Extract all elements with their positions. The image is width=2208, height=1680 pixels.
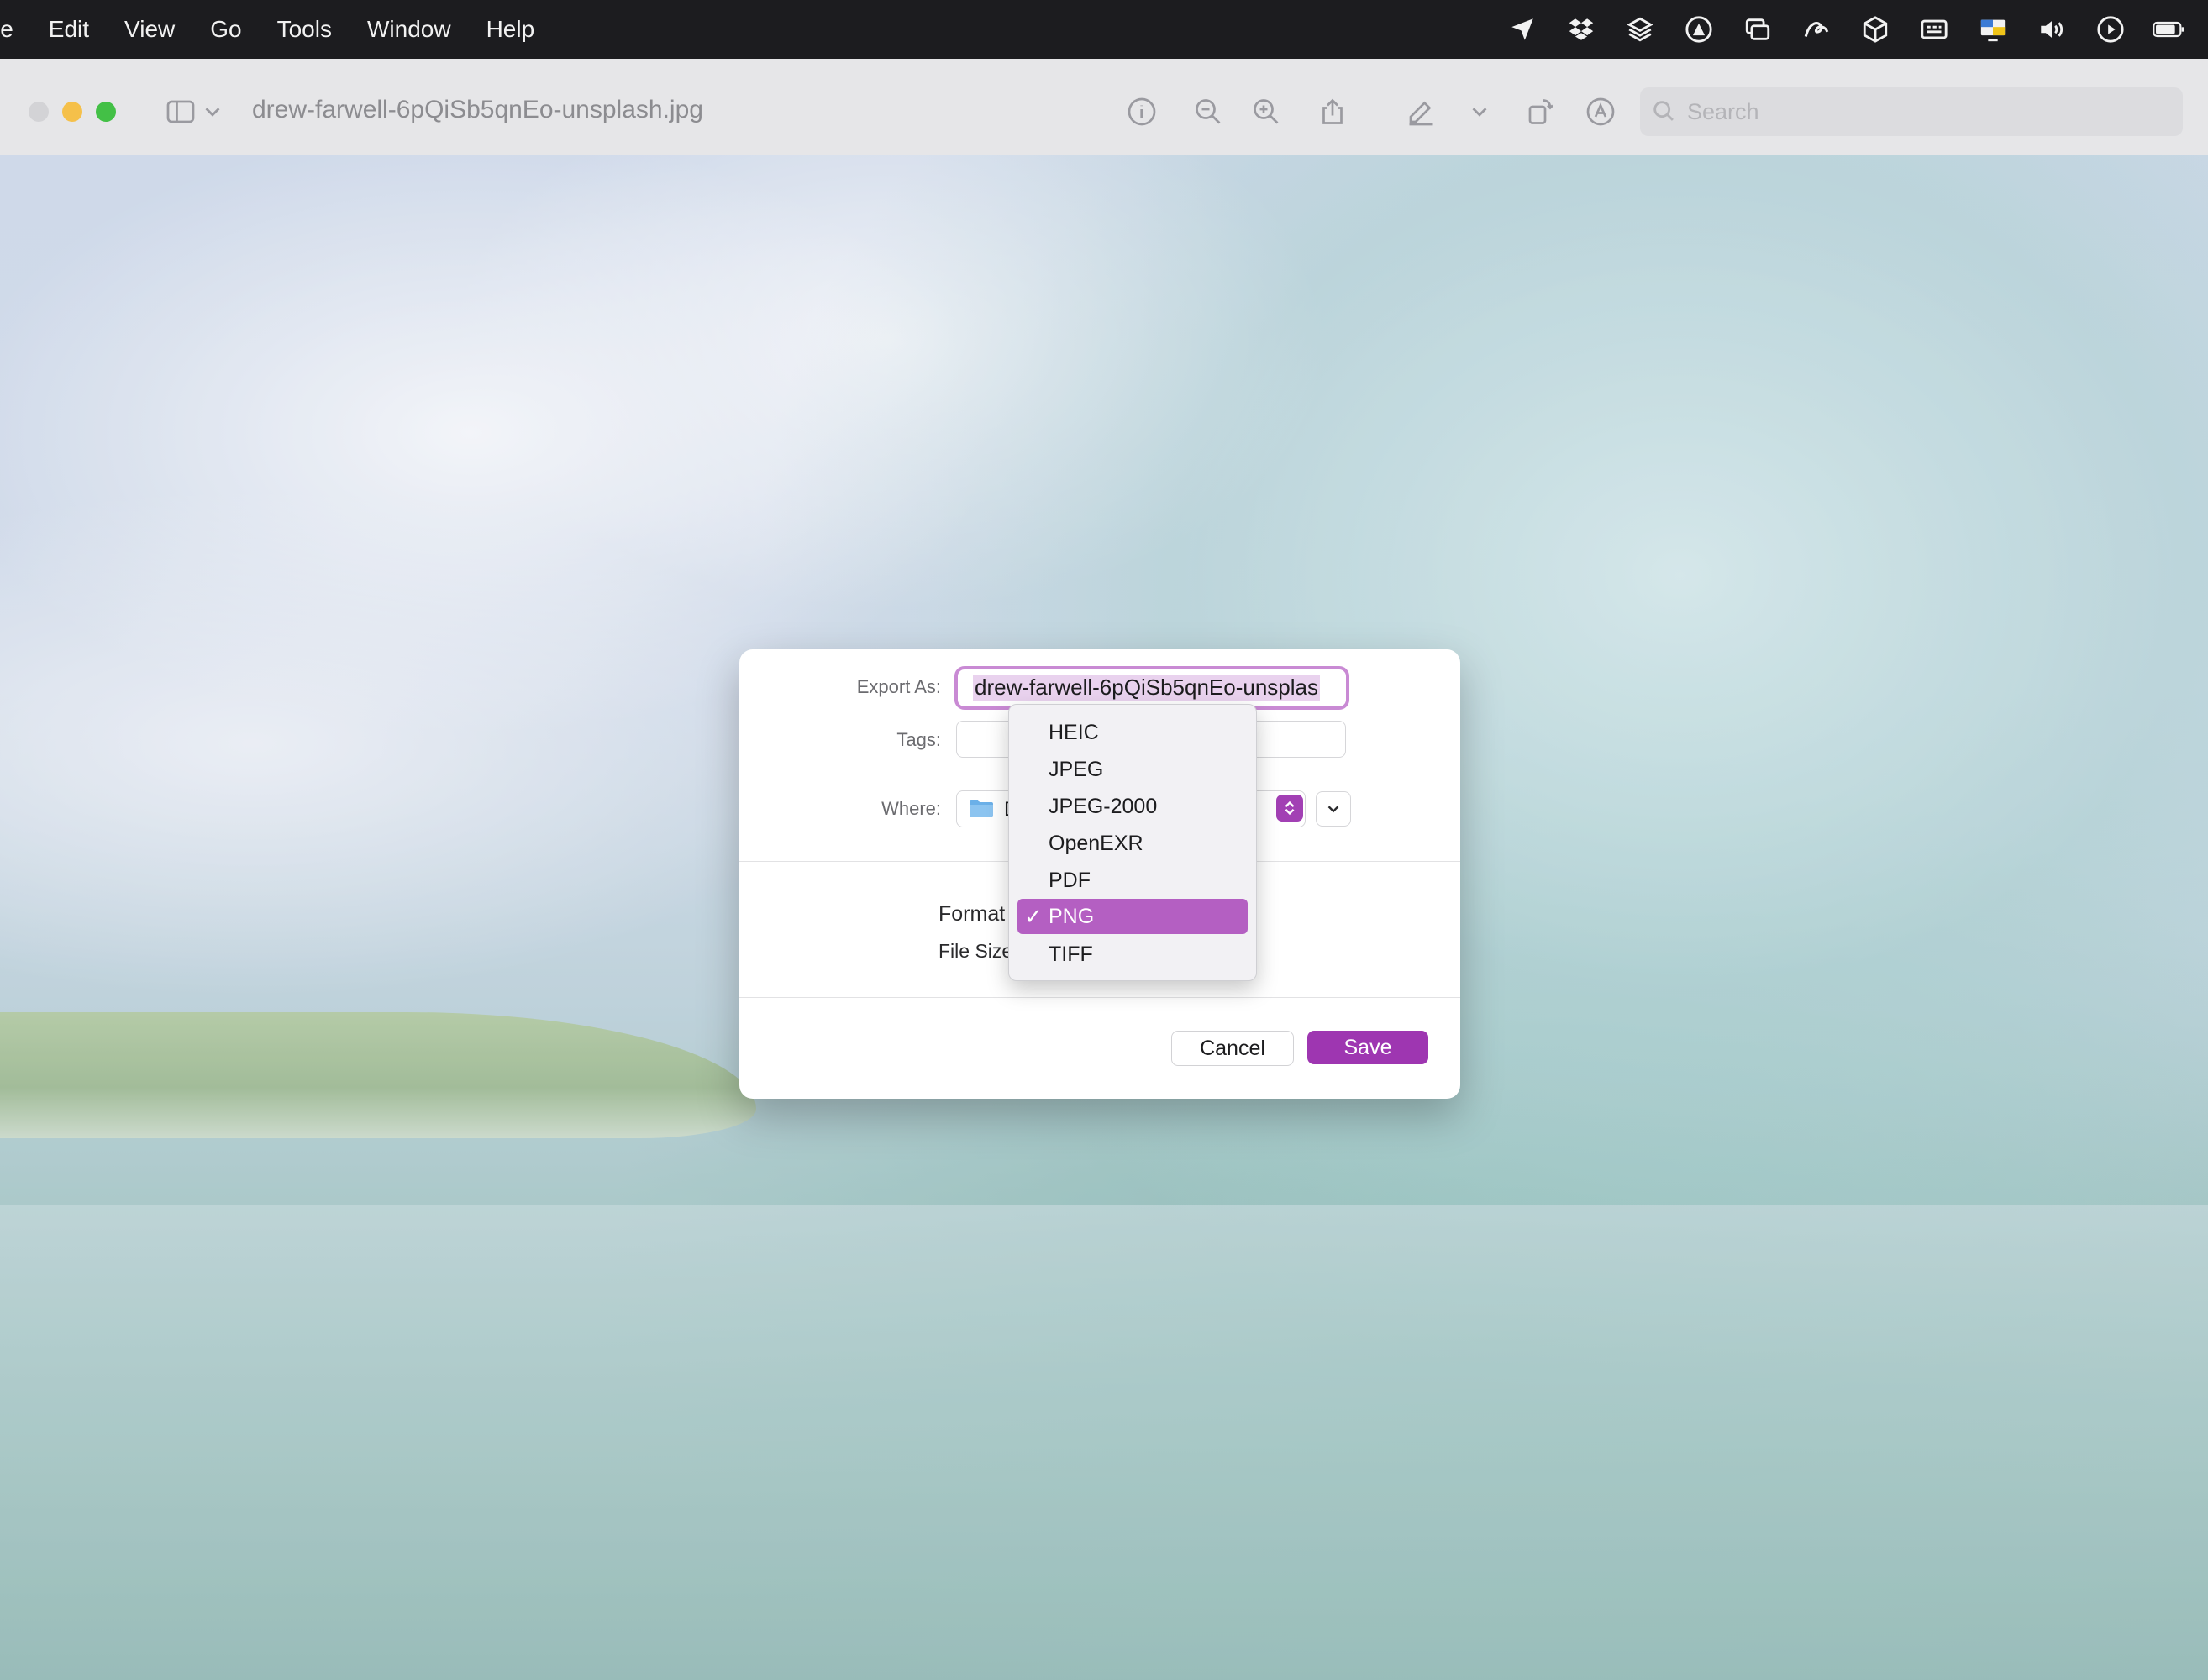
format-option-tiff[interactable]: TIFF: [1017, 937, 1248, 972]
file-size-label: File Size: [938, 940, 1013, 962]
menu-go[interactable]: Go: [210, 16, 241, 43]
layers-icon[interactable]: [1623, 13, 1657, 46]
search-icon: [1653, 101, 1674, 121]
play-icon[interactable]: [2094, 13, 2127, 46]
chevron-down-icon[interactable]: [200, 94, 225, 129]
stepper-icon[interactable]: [1276, 795, 1303, 822]
cancel-button[interactable]: Cancel: [1171, 1031, 1294, 1066]
export-as-label: Export As:: [856, 676, 941, 697]
format-option-png[interactable]: ✓ PNG: [1017, 899, 1248, 934]
zoom-window-button[interactable]: [96, 102, 116, 122]
markup-pen-icon[interactable]: [1403, 94, 1438, 129]
record-icon[interactable]: [1682, 13, 1716, 46]
status-icons: [1480, 0, 2186, 59]
search-field[interactable]: Search: [1640, 87, 2183, 136]
dropbox-icon[interactable]: [1564, 13, 1598, 46]
app-menus: le Edit View Go Tools Window Help: [0, 0, 570, 59]
minimize-window-button[interactable]: [62, 102, 82, 122]
divider: [739, 997, 1460, 998]
menu-bar: le Edit View Go Tools Window Help: [0, 0, 2208, 59]
markup-chevron-down-icon[interactable]: [1467, 94, 1492, 129]
menu-view[interactable]: View: [124, 16, 175, 43]
tags-label: Tags:: [896, 729, 941, 750]
windows-icon[interactable]: [1741, 13, 1774, 46]
menu-window[interactable]: Window: [367, 16, 451, 43]
close-window-button[interactable]: [29, 102, 49, 122]
format-label: Format: [938, 902, 1006, 926]
folder-icon: [970, 800, 993, 817]
format-menu: HEIC JPEG JPEG-2000 OpenEXR PDF ✓ PNG TI…: [1008, 704, 1257, 981]
window-title: drew-farwell-6pQiSb5qnEo-unsplash.jpg: [252, 96, 703, 123]
menu-help[interactable]: Help: [486, 16, 535, 43]
format-option-jpeg[interactable]: JPEG: [1017, 752, 1248, 787]
format-option-openexr[interactable]: OpenEXR: [1017, 826, 1248, 861]
box-icon[interactable]: [1858, 13, 1892, 46]
export-as-value: drew-farwell-6pQiSb5qnEo-unsplas: [973, 675, 1320, 701]
chevron-down-icon: [1327, 806, 1339, 813]
menu-tools[interactable]: Tools: [277, 16, 332, 43]
sidebar-toggle-icon[interactable]: [163, 94, 198, 129]
annotate-icon[interactable]: [1583, 94, 1618, 129]
rotate-icon[interactable]: [1522, 94, 1558, 129]
info-icon[interactable]: [1124, 94, 1159, 129]
format-option-pdf[interactable]: PDF: [1017, 863, 1248, 898]
menu-edit[interactable]: Edit: [49, 16, 89, 43]
scribble-icon[interactable]: [1800, 13, 1833, 46]
share-icon[interactable]: [1315, 94, 1350, 129]
search-placeholder: Search: [1687, 98, 1759, 124]
battery-icon[interactable]: [2153, 13, 2186, 46]
where-label: Where:: [881, 798, 941, 819]
location-arrow-icon[interactable]: [1506, 13, 1539, 46]
expand-button[interactable]: [1316, 791, 1351, 827]
keyboard-input-icon[interactable]: [1917, 13, 1951, 46]
zoom-out-icon[interactable]: [1191, 94, 1226, 129]
save-button[interactable]: Save: [1307, 1031, 1428, 1064]
checkmark-icon: ✓: [1024, 903, 1043, 929]
zoom-in-icon[interactable]: [1249, 94, 1284, 129]
window-toolbar: drew-farwell-6pQiSb5qnEo-unsplash.jpg Se…: [0, 59, 2208, 155]
format-option-heic[interactable]: HEIC: [1017, 715, 1248, 750]
format-option-jpeg-2000[interactable]: JPEG-2000: [1017, 789, 1248, 824]
volume-icon[interactable]: [2035, 13, 2069, 46]
display-icon[interactable]: [1976, 13, 2010, 46]
menu-file[interactable]: le: [0, 16, 13, 43]
